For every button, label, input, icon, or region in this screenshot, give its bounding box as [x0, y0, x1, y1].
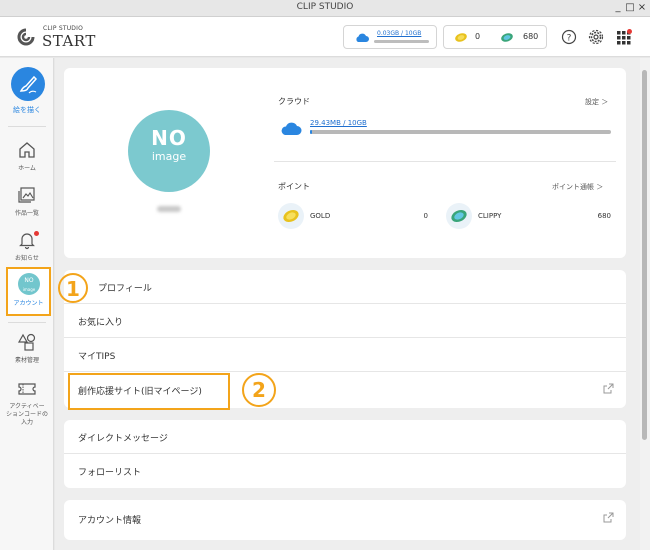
- cloud-storage-bar: [310, 130, 611, 134]
- clippy-label: CLIPPY: [478, 212, 502, 220]
- menu-item-direct-message[interactable]: ダイレクトメッセージ: [64, 420, 626, 454]
- menu-favorites-label: お気に入り: [78, 318, 124, 328]
- social-menu-group: ダイレクトメッセージ フォローリスト: [64, 420, 626, 488]
- menu-item-account-info[interactable]: アカウント情報: [64, 500, 626, 540]
- nav-item-account[interactable]: NO image アカウント: [6, 267, 51, 316]
- profile-avatar-text-2: image: [151, 150, 187, 163]
- nav-divider: [8, 322, 46, 323]
- callout-number-1: 1: [58, 273, 88, 303]
- menu-item-follow-list[interactable]: フォローリスト: [64, 454, 626, 488]
- gold-coin-icon: [283, 209, 299, 223]
- draw-button[interactable]: [11, 67, 45, 101]
- cloud-storage-text: 29.43MB / 10GB: [310, 119, 367, 127]
- points-indicator[interactable]: 0 680: [443, 25, 547, 49]
- cloud-title: クラウド: [278, 97, 310, 106]
- clip-studio-logo[interactable]: CLIP STUDIO START: [15, 25, 95, 51]
- menu-profile-label: プロフィール: [98, 284, 152, 294]
- gallery-icon: [18, 187, 35, 203]
- gold-icon-circle: [278, 203, 304, 229]
- gold-label: GOLD: [310, 212, 331, 220]
- menu-mytips-label: マイTIPS: [78, 352, 116, 362]
- gold-value: 0: [423, 212, 428, 220]
- cloud-storage-fill: [310, 130, 312, 134]
- profile-divider: [274, 161, 616, 162]
- maximize-button[interactable]: □: [624, 1, 636, 15]
- notification-dot: [34, 231, 39, 236]
- nav-item-materials[interactable]: 素材管理: [0, 332, 54, 365]
- materials-shapes-icon: [17, 333, 36, 351]
- window-title: CLIP STUDIO: [296, 2, 354, 12]
- nav-item-home[interactable]: ホーム: [0, 140, 54, 173]
- menu-item-profile[interactable]: プロフィール: [64, 270, 626, 304]
- cloud-settings-link[interactable]: 設定 ＞: [585, 97, 608, 107]
- storage-indicator[interactable]: 0.03GB / 10GB: [343, 25, 437, 49]
- clippy-coin-icon: [451, 209, 467, 223]
- help-icon[interactable]: ?: [561, 29, 577, 45]
- menu-account-info-label: アカウント情報: [78, 516, 142, 526]
- clippy-icon-circle: [446, 203, 472, 229]
- home-icon: [19, 142, 35, 158]
- profile-avatar-text-1: NO: [151, 126, 187, 150]
- brush-icon: [19, 75, 38, 94]
- external-link-icon: [603, 383, 614, 394]
- svg-text:?: ?: [567, 34, 572, 44]
- profile-username-blurred: [157, 206, 181, 212]
- left-sidebar: 絵を描く ホーム 作品一覧 お知らせ NO image アカウント 素材管理 ア…: [0, 58, 54, 550]
- gold-coin-icon: [455, 33, 467, 42]
- nav-home-label: ホーム: [18, 165, 36, 172]
- profile-avatar[interactable]: NO image: [128, 110, 210, 192]
- storage-text: 0.03GB / 10GB: [377, 30, 422, 37]
- clippy-coin-icon: [501, 33, 513, 42]
- callout-number-2: 2: [242, 373, 276, 407]
- points-passbook-link[interactable]: ポイント通帳 ＞: [552, 182, 603, 192]
- activation-code-icon: [18, 383, 36, 395]
- logo-small-text: CLIP STUDIO: [43, 25, 84, 32]
- account-avatar: NO image: [18, 273, 40, 295]
- nav-activation-label-3: 入力: [20, 419, 33, 426]
- account-info-group: アカウント情報: [64, 500, 626, 540]
- app-header: CLIP STUDIO START 0.03GB / 10GB 0 680 ?: [0, 17, 650, 57]
- clippy-value: 680: [597, 212, 611, 220]
- account-avatar-text-2: image: [22, 287, 36, 292]
- nav-works-label: 作品一覧: [14, 210, 39, 217]
- scrollbar-thumb[interactable]: [642, 70, 647, 440]
- nav-item-activation[interactable]: アクティベー ションコードの 入力: [0, 380, 54, 427]
- logo-big-text: START: [42, 32, 96, 50]
- close-button[interactable]: ×: [636, 1, 648, 15]
- menu-follow-label: フォローリスト: [78, 468, 142, 478]
- nav-notice-label: お知らせ: [15, 255, 39, 262]
- menu-item-favorites[interactable]: お気に入り: [64, 304, 626, 338]
- cloud-storage-icon: [281, 122, 302, 135]
- nav-divider: [8, 126, 46, 127]
- points-title: ポイント: [278, 182, 310, 191]
- menu-item-my-tips[interactable]: マイTIPS: [64, 338, 626, 372]
- menu-dm-label: ダイレクトメッセージ: [78, 434, 168, 444]
- callout-highlight-box: [68, 373, 230, 410]
- nav-activation-label-2: ションコードの: [5, 411, 48, 418]
- external-link-icon: [603, 512, 614, 523]
- apps-notification-dot: [627, 29, 632, 34]
- logo-icon: [17, 28, 35, 46]
- clippy-count: 680: [523, 32, 539, 41]
- cloud-icon: [356, 33, 369, 42]
- gold-count: 0: [475, 32, 481, 41]
- title-bar: CLIP STUDIO _ □ ×: [0, 0, 650, 17]
- nav-item-works[interactable]: 作品一覧: [0, 185, 54, 218]
- nav-activation-label-1: アクティベー: [9, 403, 45, 410]
- account-avatar-text-1: NO: [24, 277, 34, 284]
- nav-account-label: アカウント: [13, 300, 44, 307]
- nav-item-notifications[interactable]: お知らせ: [0, 230, 54, 263]
- storage-bar: [374, 40, 429, 43]
- draw-label: 絵を描く: [13, 106, 41, 114]
- minimize-button[interactable]: _: [612, 1, 624, 15]
- settings-gear-icon[interactable]: [588, 29, 604, 45]
- nav-materials-label: 素材管理: [14, 357, 39, 364]
